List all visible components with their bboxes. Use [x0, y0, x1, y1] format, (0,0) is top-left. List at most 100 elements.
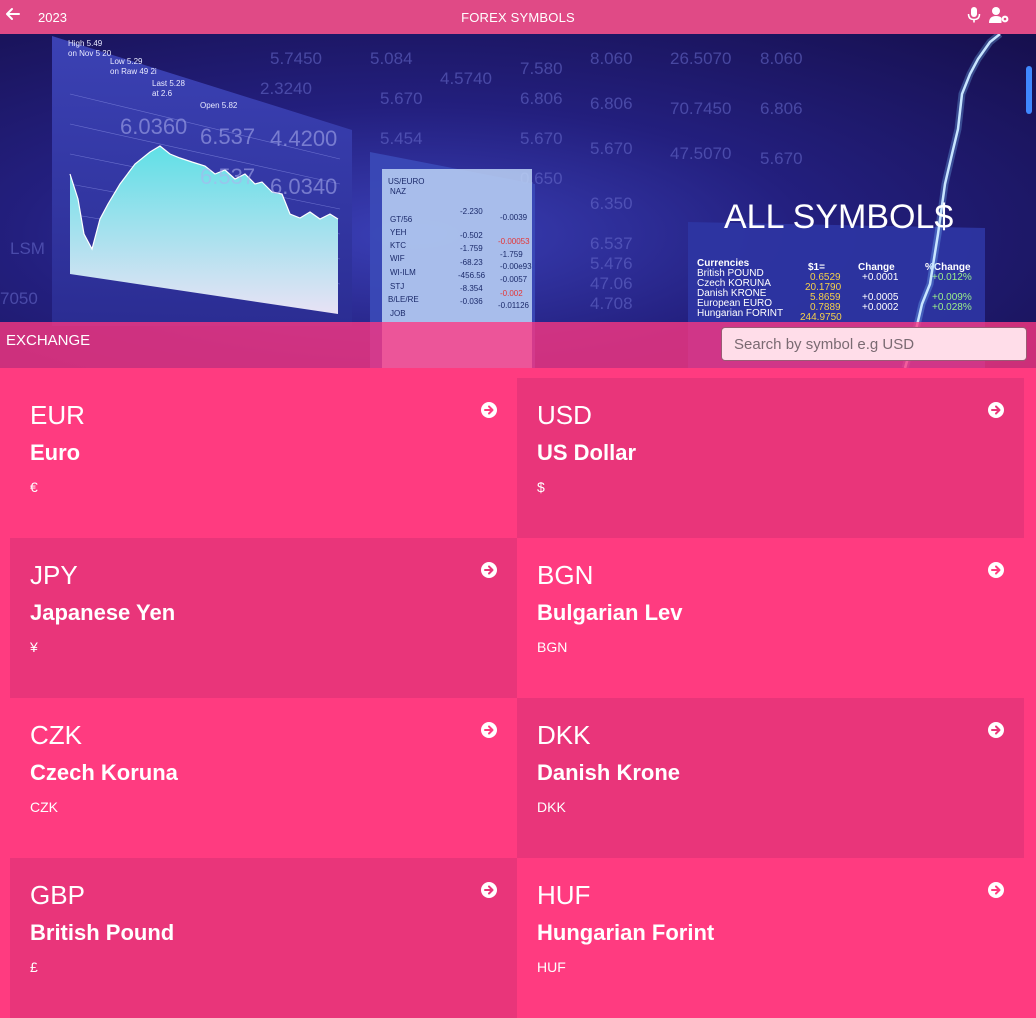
search-input[interactable] [721, 327, 1027, 361]
currency-card-bgn[interactable]: BGN Bulgarian Lev BGN [517, 538, 1024, 698]
svg-text:Last 5.28: Last 5.28 [152, 79, 185, 88]
currency-name: Japanese Yen [30, 600, 176, 625]
svg-text:on Raw 49 2i: on Raw 49 2i [110, 67, 157, 76]
currency-symbol: £ [30, 959, 38, 975]
svg-text:US/EURO: US/EURO [388, 177, 424, 186]
currency-name: Bulgarian Lev [537, 600, 683, 625]
currency-symbol: DKK [537, 799, 566, 815]
arrow-circle-right-icon[interactable] [987, 721, 1005, 739]
svg-text:NAZ: NAZ [390, 187, 406, 196]
currency-name: US Dollar [537, 440, 637, 465]
svg-text:+0.0001: +0.0001 [862, 272, 899, 283]
svg-text:6.0340: 6.0340 [270, 174, 337, 199]
svg-text:6.0360: 6.0360 [120, 114, 187, 139]
user-gear-icon[interactable] [988, 6, 1010, 24]
arrow-circle-right-icon[interactable] [987, 561, 1005, 579]
svg-text:-2.230: -2.230 [460, 207, 483, 216]
currency-code: GBP [30, 880, 85, 910]
svg-text:6.537: 6.537 [590, 234, 633, 253]
currency-symbol: HUF [537, 959, 566, 975]
svg-text:WIF: WIF [390, 254, 405, 263]
currency-name: Czech Koruna [30, 760, 178, 785]
currency-code: JPY [30, 560, 78, 590]
currency-card-gbp[interactable]: GBP British Pound £ [10, 858, 517, 1018]
svg-text:-0.00e93: -0.00e93 [500, 262, 532, 271]
arrow-circle-right-icon[interactable] [480, 721, 498, 739]
svg-text:YEH: YEH [390, 228, 407, 237]
currency-card-usd[interactable]: USD US Dollar $ [517, 378, 1024, 538]
svg-text:-0.502: -0.502 [460, 231, 483, 240]
hero-scrollbar[interactable] [1026, 66, 1032, 114]
svg-text:-1.759: -1.759 [460, 244, 483, 253]
svg-text:6.806: 6.806 [590, 94, 633, 113]
svg-text:+0.0002: +0.0002 [862, 302, 899, 313]
svg-text:2.3240: 2.3240 [260, 79, 312, 98]
svg-text:6.806: 6.806 [520, 89, 563, 108]
arrow-circle-right-icon[interactable] [987, 401, 1005, 419]
currency-code: BGN [537, 560, 594, 590]
svg-text:5.670: 5.670 [380, 89, 423, 108]
svg-text:-0.00053: -0.00053 [498, 237, 530, 246]
currency-code: DKK [537, 720, 591, 750]
svg-text:47.06: 47.06 [590, 274, 633, 293]
currency-symbol: CZK [30, 799, 58, 815]
svg-text:LSM: LSM [10, 239, 45, 258]
currency-code: USD [537, 400, 592, 430]
svg-text:B/LE/RE: B/LE/RE [388, 295, 419, 304]
exchange-bar: EXCHANGE [0, 322, 1036, 368]
svg-text:4.708: 4.708 [590, 294, 633, 313]
svg-text:-456.56: -456.56 [458, 271, 486, 280]
svg-text:-1.759: -1.759 [500, 250, 523, 259]
svg-text:-68.23: -68.23 [460, 258, 483, 267]
svg-text:47.5070: 47.5070 [670, 144, 731, 163]
svg-text:5.454: 5.454 [380, 129, 423, 148]
svg-text:4.4200: 4.4200 [270, 126, 337, 151]
microphone-icon[interactable] [966, 6, 982, 24]
svg-text:JOB: JOB [390, 309, 406, 318]
currency-symbol: BGN [537, 639, 568, 655]
svg-text:Hungarian FORINT: Hungarian FORINT [697, 308, 783, 319]
svg-text:6.350: 6.350 [590, 194, 633, 213]
svg-text:on Nov 5 20: on Nov 5 20 [68, 49, 112, 58]
svg-text:GT/56: GT/56 [390, 215, 413, 224]
currency-card-eur[interactable]: EUR Euro € [10, 378, 517, 538]
svg-text:-0.002: -0.002 [500, 289, 523, 298]
arrow-circle-right-icon[interactable] [480, 561, 498, 579]
currency-card-jpy[interactable]: JPY Japanese Yen ¥ [10, 538, 517, 698]
svg-text:5.476: 5.476 [590, 254, 633, 273]
currency-code: HUF [537, 880, 591, 910]
currency-card-dkk[interactable]: DKK Danish Krone DKK [517, 698, 1024, 858]
app-header: 2023 FOREX SYMBOLS [0, 0, 1036, 35]
svg-text:+0.012%: +0.012% [932, 272, 972, 283]
svg-text:5.670: 5.670 [590, 139, 633, 158]
svg-text:26.5070: 26.5070 [670, 49, 731, 68]
svg-text:-0.036: -0.036 [460, 297, 483, 306]
hero-headline: ALL SYMBOL$ [724, 198, 954, 236]
svg-text:70.7450: 70.7450 [670, 99, 731, 118]
currency-symbol: € [30, 479, 38, 495]
svg-text:6.806: 6.806 [760, 99, 803, 118]
arrow-circle-right-icon[interactable] [987, 881, 1005, 899]
svg-text:7050: 7050 [0, 289, 38, 308]
currency-code: EUR [30, 400, 85, 430]
svg-text:-0.01126: -0.01126 [498, 301, 530, 310]
arrow-circle-right-icon[interactable] [480, 881, 498, 899]
svg-text:KTC: KTC [390, 241, 406, 250]
svg-text:4.5740: 4.5740 [440, 69, 492, 88]
svg-text:Open 5.82: Open 5.82 [200, 101, 238, 110]
arrow-circle-right-icon[interactable] [480, 401, 498, 419]
svg-text:-0.0039: -0.0039 [500, 213, 528, 222]
svg-text:High 5.49: High 5.49 [68, 39, 103, 48]
currency-card-czk[interactable]: CZK Czech Koruna CZK [10, 698, 517, 858]
svg-text:WI-ILM: WI-ILM [390, 268, 416, 277]
currency-card-huf[interactable]: HUF Hungarian Forint HUF [517, 858, 1024, 1018]
svg-text:8.060: 8.060 [590, 49, 633, 68]
currency-code: CZK [30, 720, 82, 750]
svg-text:Low 5.29: Low 5.29 [110, 57, 143, 66]
svg-text:6.537: 6.537 [200, 164, 255, 189]
svg-text:5.7450: 5.7450 [270, 49, 322, 68]
currency-name: British Pound [30, 920, 175, 945]
svg-text:8.060: 8.060 [760, 49, 803, 68]
currency-name: Danish Krone [537, 760, 681, 785]
currency-name: Hungarian Forint [537, 920, 715, 945]
